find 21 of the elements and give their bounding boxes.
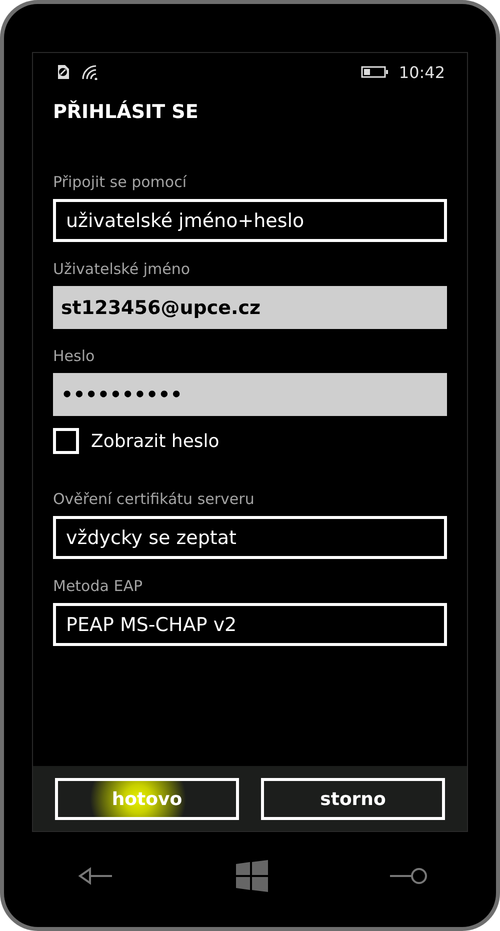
checkbox-label: Zobrazit heslo (91, 430, 220, 452)
field-label: Metoda EAP (53, 577, 144, 597)
field-label: Heslo (53, 347, 96, 367)
dropdown-field[interactable]: PEAP MS-CHAP v2 (53, 603, 447, 646)
sim-icon (55, 64, 71, 80)
input-field[interactable]: st123456@upce.cz (53, 286, 447, 329)
battery-icon (360, 66, 389, 78)
search-icon[interactable] (390, 866, 428, 886)
field-label: Ověření certifikátu serveru (53, 490, 256, 510)
field-label: Uživatelské jméno (53, 260, 192, 280)
field-label: Připojit se pomocí (53, 173, 188, 193)
checkbox[interactable] (53, 428, 79, 454)
dropdown-field[interactable]: uživatelské jméno+heslo (53, 199, 447, 242)
password-field[interactable]: •••••••••• (53, 373, 447, 416)
cancel-button[interactable]: storno (261, 778, 445, 820)
page-title: PŘIHLÁSIT SE (52, 99, 200, 125)
wifi-icon (81, 64, 99, 80)
windows-logo-icon[interactable] (236, 860, 268, 892)
dropdown-field[interactable]: vždycky se zeptat (53, 516, 447, 559)
back-icon[interactable] (78, 866, 114, 884)
clock-time: 10:42 (398, 62, 445, 82)
